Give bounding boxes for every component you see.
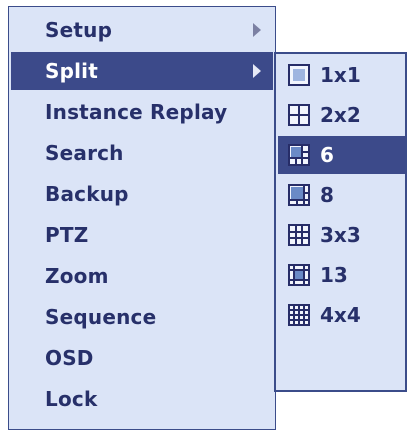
split-option-6[interactable]: 6 — [278, 136, 405, 174]
split-option-4x4[interactable]: 4x4 — [278, 296, 405, 334]
split-8-icon — [288, 184, 310, 206]
split-2x2-icon — [288, 104, 310, 126]
context-menu: Setup Split Instance Replay Search Backu… — [8, 6, 276, 430]
split-1x1-icon — [288, 64, 310, 86]
menu-item-label: Lock — [45, 387, 98, 411]
split-option-2x2[interactable]: 2x2 — [278, 96, 405, 134]
split-option-label: 4x4 — [320, 303, 361, 327]
menu-item-label: PTZ — [45, 223, 89, 247]
menu-item-label: Sequence — [45, 305, 157, 329]
menu-item-label: Split — [45, 59, 98, 83]
menu-item-search[interactable]: Search — [11, 134, 273, 172]
split-option-label: 8 — [320, 183, 334, 207]
menu-item-label: Search — [45, 141, 124, 165]
split-3x3-icon — [288, 224, 310, 246]
menu-item-backup[interactable]: Backup — [11, 175, 273, 213]
menu-item-label: Zoom — [45, 264, 109, 288]
menu-item-label: Backup — [45, 182, 129, 206]
split-option-label: 2x2 — [320, 103, 361, 127]
split-option-8[interactable]: 8 — [278, 176, 405, 214]
menu-item-osd[interactable]: OSD — [11, 339, 273, 377]
menu-item-split[interactable]: Split — [11, 52, 273, 90]
split-option-label: 13 — [320, 263, 348, 287]
menu-item-zoom[interactable]: Zoom — [11, 257, 273, 295]
split-13-icon — [288, 264, 310, 286]
menu-item-setup[interactable]: Setup — [11, 11, 273, 49]
split-option-13[interactable]: 13 — [278, 256, 405, 294]
split-option-1x1[interactable]: 1x1 — [278, 56, 405, 94]
split-option-label: 1x1 — [320, 63, 361, 87]
split-6-icon — [288, 144, 310, 166]
split-submenu: 1x1 2x2 6 8 3x3 13 4x4 — [274, 52, 407, 392]
split-option-label: 3x3 — [320, 223, 361, 247]
submenu-arrow-icon — [253, 23, 261, 37]
submenu-arrow-icon — [253, 64, 261, 78]
menu-item-label: Setup — [45, 18, 113, 42]
menu-item-instance-replay[interactable]: Instance Replay — [11, 93, 273, 131]
split-option-label: 6 — [320, 143, 334, 167]
split-option-3x3[interactable]: 3x3 — [278, 216, 405, 254]
menu-item-sequence[interactable]: Sequence — [11, 298, 273, 336]
menu-item-lock[interactable]: Lock — [11, 380, 273, 418]
split-4x4-icon — [288, 304, 310, 326]
menu-item-ptz[interactable]: PTZ — [11, 216, 273, 254]
menu-item-label: OSD — [45, 346, 94, 370]
menu-item-label: Instance Replay — [45, 100, 228, 124]
